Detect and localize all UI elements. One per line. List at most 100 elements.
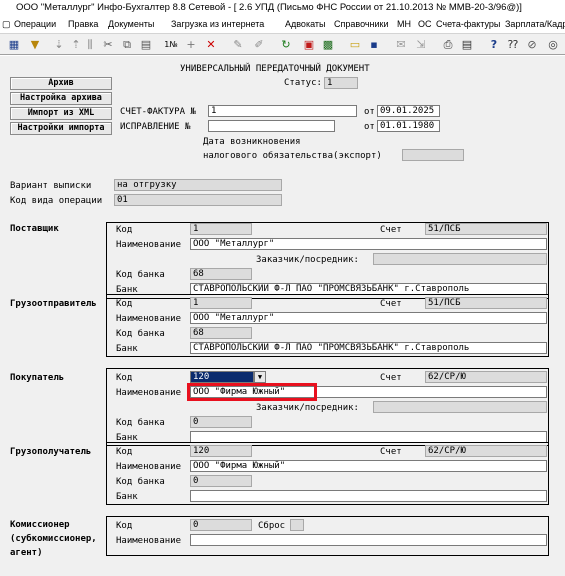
save-icon[interactable]: ▪ bbox=[366, 37, 382, 53]
invoice-date-label: от bbox=[364, 107, 375, 117]
commissioner-name-label: Наименование bbox=[116, 536, 182, 546]
status-field[interactable]: 1 bbox=[324, 77, 358, 89]
shipper-bank-label: Банк bbox=[116, 344, 138, 354]
buyer-customer-label: Заказчик/посредник: bbox=[256, 403, 359, 413]
supplier-name-field[interactable]: ООО "Металлург" bbox=[190, 238, 547, 250]
chevron-down-icon: ▼ bbox=[257, 373, 263, 381]
menu-bar: ▢ Операции Правка Документы Загрузка из … bbox=[0, 16, 565, 33]
shipper-account-field[interactable]: 51/ПСБ bbox=[425, 297, 547, 309]
consignee-code-label: Код bbox=[116, 447, 133, 457]
correction-number-field[interactable] bbox=[208, 120, 335, 132]
consignee-bank-field[interactable] bbox=[190, 490, 547, 502]
supplier-account-field[interactable]: 51/ПСБ bbox=[425, 223, 547, 235]
paste-icon[interactable]: ▤ bbox=[138, 37, 154, 53]
consignee-bank-code-field[interactable]: 0 bbox=[190, 475, 252, 487]
consignee-name-field[interactable]: ООО "Фирма Южный" bbox=[190, 460, 547, 472]
commissioner-code-label: Код bbox=[116, 521, 133, 531]
buyer-account-field[interactable]: 62/СР/Ю bbox=[425, 371, 547, 383]
menu-os[interactable]: ОС bbox=[418, 16, 432, 33]
operation-field[interactable]: 01 bbox=[114, 194, 282, 206]
variant-field[interactable]: на отгрузку bbox=[114, 179, 282, 191]
commissioner-name-field[interactable] bbox=[190, 534, 547, 546]
invoice-label: СЧЕТ-ФАКТУРА № bbox=[120, 107, 196, 117]
context-help-icon[interactable]: ⁇ bbox=[505, 37, 521, 53]
help-icon[interactable]: ? bbox=[486, 37, 502, 53]
supplier-customer-field[interactable] bbox=[373, 253, 547, 265]
archive-button[interactable]: Архив bbox=[10, 77, 112, 90]
menu-salary[interactable]: Зарплата/Кадр bbox=[505, 16, 565, 33]
menu-edit[interactable]: Правка bbox=[68, 16, 98, 33]
filter-icon[interactable]: ▼ bbox=[27, 37, 43, 53]
print-icon[interactable]: ⎙ bbox=[440, 37, 456, 53]
import-xml-button[interactable]: Импорт из XML bbox=[10, 107, 112, 120]
menu-icon[interactable]: ▢ bbox=[2, 16, 11, 33]
buyer-name-label: Наименование bbox=[116, 388, 182, 398]
page-title: УНИВЕРСАЛЬНЫЙ ПЕРЕДАТОЧНЫЙ ДОКУМЕНТ bbox=[180, 64, 370, 74]
archive-settings-button[interactable]: Настройка архива bbox=[10, 92, 112, 105]
supplier-section-label: Поставщик bbox=[10, 224, 59, 234]
supplier-code-field[interactable]: 1 bbox=[190, 223, 252, 235]
commissioner-code-field[interactable]: 0 bbox=[190, 519, 252, 531]
commissioner-reset-label: Сброс bbox=[258, 521, 286, 531]
consignee-code-field[interactable]: 120 bbox=[190, 445, 252, 457]
cut-icon[interactable]: ✂ bbox=[100, 37, 116, 53]
buyer-bank-code-label: Код банка bbox=[116, 418, 165, 428]
mark-icon[interactable]: ✎ bbox=[230, 37, 246, 53]
export-icon[interactable]: ⇲ bbox=[413, 37, 429, 53]
buyer-customer-field[interactable] bbox=[373, 401, 547, 413]
shipper-code-field[interactable]: 1 bbox=[190, 297, 252, 309]
refresh-icon[interactable]: ↻ bbox=[278, 37, 294, 53]
delete-icon[interactable]: ✕ bbox=[203, 37, 219, 53]
buyer-bank-code-field[interactable]: 0 bbox=[190, 416, 252, 428]
variant-label: Вариант выписки bbox=[10, 181, 92, 191]
menu-mn[interactable]: МН bbox=[397, 16, 411, 33]
pdf-icon[interactable]: ▣ bbox=[301, 37, 317, 53]
invoice-date-field[interactable]: 09.01.2025 bbox=[377, 105, 440, 117]
shipper-section-label: Грузоотправитель bbox=[10, 299, 97, 309]
unmark-icon[interactable]: ✐ bbox=[251, 37, 267, 53]
commissioner-reset-field[interactable] bbox=[290, 519, 304, 531]
menu-operations[interactable]: Операции bbox=[14, 16, 56, 33]
preview-icon[interactable]: ▤ bbox=[459, 37, 475, 53]
numbering-icon[interactable]: 1№ bbox=[163, 37, 179, 53]
buyer-code-dropdown[interactable]: ▼ bbox=[254, 371, 266, 383]
correction-date-label: от bbox=[364, 122, 375, 132]
commissioner-label-1: Комиссионер bbox=[10, 520, 70, 530]
tax-date-field[interactable] bbox=[402, 149, 464, 161]
buyer-code-label: Код bbox=[116, 373, 133, 383]
shipper-name-label: Наименование bbox=[116, 314, 182, 324]
consignee-account-field[interactable]: 62/СР/Ю bbox=[425, 445, 547, 457]
exit-icon[interactable]: ◎ bbox=[545, 37, 561, 53]
split-icon[interactable]: ⫼ bbox=[82, 37, 98, 53]
menu-documents[interactable]: Документы bbox=[108, 16, 154, 33]
copy-icon[interactable]: ⧉ bbox=[119, 37, 135, 53]
table-icon[interactable]: ▦ bbox=[6, 37, 22, 53]
supplier-bank-code-label: Код банка bbox=[116, 270, 165, 280]
menu-invoices[interactable]: Счета-фактуры bbox=[436, 16, 500, 33]
mail-icon[interactable]: ✉ bbox=[393, 37, 409, 53]
consignee-bank-label: Банк bbox=[116, 492, 138, 502]
commissioner-label-3: агент) bbox=[10, 548, 43, 558]
sort-icon[interactable]: ⇣ bbox=[51, 37, 67, 53]
highlight-box bbox=[187, 383, 317, 401]
buyer-code-field[interactable]: 120 bbox=[190, 371, 254, 383]
consignee-section-label: Грузополучатель bbox=[10, 447, 92, 457]
invoice-number-field[interactable]: 1 bbox=[208, 105, 357, 117]
calculator-icon[interactable]: ▩ bbox=[320, 37, 336, 53]
correction-date-field[interactable]: 01.01.1980 bbox=[377, 120, 440, 132]
menu-internet-import[interactable]: Загрузка из интернета bbox=[171, 16, 264, 33]
menu-directories[interactable]: Справочники bbox=[334, 16, 389, 33]
toolbar: ▦ ▼ ⇣ ⇡ ⫼ ✂ ⧉ ▤ 1№ + ✕ ✎ ✐ ↻ ▣ ▩ ▭ ▪ ✉ ⇲… bbox=[0, 33, 565, 55]
supplier-customer-label: Заказчик/посредник: bbox=[256, 255, 359, 265]
import-settings-button[interactable]: Настройки импорта bbox=[10, 122, 112, 135]
supplier-bank-code-field[interactable]: 68 bbox=[190, 268, 252, 280]
shipper-bank-field[interactable]: СТАВРОПОЛЬСКИЙ Ф-Л ПАО "ПРОМСВЯЗЬБАНК" г… bbox=[190, 342, 547, 354]
supplier-code-label: Код bbox=[116, 225, 133, 235]
open-icon[interactable]: ▭ bbox=[347, 37, 363, 53]
shipper-bank-code-field[interactable]: 68 bbox=[190, 327, 252, 339]
buyer-section-label: Покупатель bbox=[10, 373, 65, 383]
settings-icon[interactable]: ⊘ bbox=[524, 37, 540, 53]
menu-lawyers[interactable]: Адвокаты bbox=[285, 16, 325, 33]
add-icon[interactable]: + bbox=[183, 37, 199, 53]
shipper-name-field[interactable]: ООО "Металлург" bbox=[190, 312, 547, 324]
